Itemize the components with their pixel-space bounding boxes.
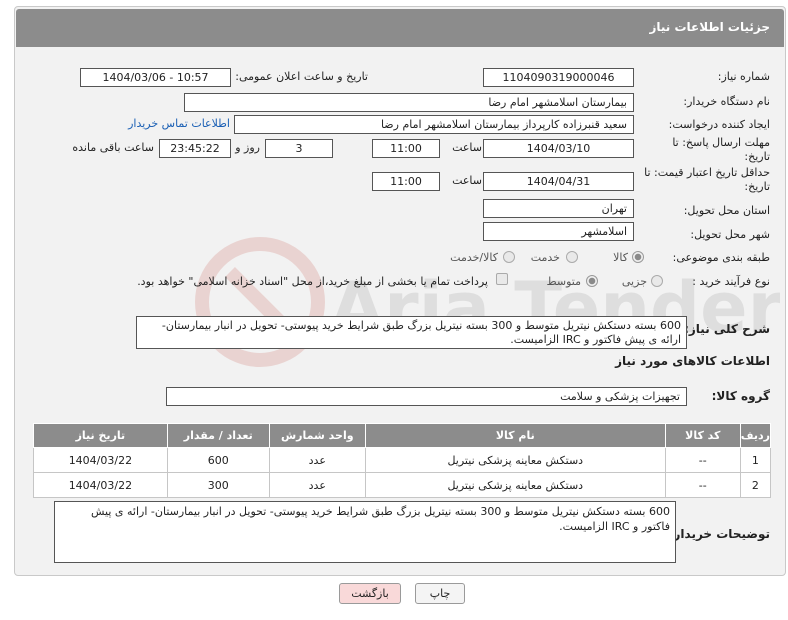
province-field[interactable]: تهران <box>483 199 634 218</box>
announce-datetime-field[interactable]: 1404/03/06 - 10:57 <box>80 68 231 87</box>
cell-code: -- <box>664 472 741 498</box>
cell-unit: عدد <box>268 447 366 473</box>
col-code-header: کد کالا <box>664 423 741 448</box>
cell-date: 1404/03/22 <box>33 472 168 498</box>
need-number-field[interactable]: 1104090319000046 <box>483 68 634 87</box>
category-goods-radio[interactable] <box>632 251 644 263</box>
process-minor-label: جزیی <box>621 275 647 288</box>
category-both-radio[interactable] <box>503 251 515 263</box>
col-name-header: نام کالا <box>364 423 666 448</box>
description-label: شرح کلی نیاز: <box>684 322 770 336</box>
cell-unit: عدد <box>268 472 366 498</box>
category-both-label: کالا/خدمت <box>450 251 498 264</box>
buyer-org-field[interactable]: بیمارستان اسلامشهر امام رضا <box>184 93 634 112</box>
category-service-radio[interactable] <box>566 251 578 263</box>
process-medium-label: متوسط <box>546 275 581 288</box>
requester-field[interactable]: سعید قنبرزاده کارپرداز بیمارستان اسلامشه… <box>234 115 634 134</box>
province-label: استان محل تحویل: <box>683 204 770 217</box>
cell-row: 1 <box>739 447 772 473</box>
buyer-notes-field[interactable]: 600 بسته دستکش نیتریل متوسط و 300 بسته ن… <box>54 501 676 563</box>
city-label: شهر محل تحویل: <box>690 228 770 241</box>
panel-title: جزئیات اطلاعات نیاز <box>649 20 770 34</box>
cell-name: دستکش معاینه پزشکی نیتریل <box>364 447 666 473</box>
goods-group-field[interactable]: تجهیزات پزشکی و سلامت <box>166 387 687 406</box>
process-minor-radio[interactable] <box>651 275 663 287</box>
remaining-time-label: ساعت باقی مانده <box>72 141 154 154</box>
goods-group-label: گروه کالا: <box>711 389 770 403</box>
cell-date: 1404/03/22 <box>33 447 168 473</box>
process-label: نوع فرآیند خرید : <box>692 275 770 288</box>
need-number-label: شماره نیاز: <box>717 70 770 83</box>
category-goods-label: کالا <box>613 251 628 264</box>
cell-row: 2 <box>739 472 772 498</box>
city-field[interactable]: اسلامشهر <box>483 222 634 241</box>
treasury-payment-checkbox[interactable] <box>496 273 508 285</box>
col-unit-header: واحد شمارش <box>268 423 366 448</box>
buyer-contact-link[interactable]: اطلاعات تماس خریدار <box>128 117 230 130</box>
col-qty-header: تعداد / مقدار <box>166 423 270 448</box>
days-label: روز و <box>235 141 260 154</box>
price-validity-time-label: ساعت <box>452 174 482 187</box>
cell-qty: 600 <box>166 447 270 473</box>
cell-qty: 300 <box>166 472 270 498</box>
print-button[interactable]: چاپ <box>415 583 465 604</box>
col-date-header: تاریخ نیاز <box>33 423 168 448</box>
process-medium-radio[interactable] <box>586 275 598 287</box>
reply-deadline-date[interactable]: 1404/03/10 <box>483 139 634 158</box>
table-header-row: ردیف کد کالا نام کالا واحد شمارش تعداد /… <box>33 423 772 448</box>
reply-deadline-days[interactable]: 3 <box>265 139 333 158</box>
description-field[interactable]: 600 بسته دستکش نیتریل متوسط و 300 بسته ن… <box>136 316 687 349</box>
reply-deadline-time[interactable]: 11:00 <box>372 139 440 158</box>
treasury-payment-note: پرداخت تمام یا بخشی از مبلغ خرید،از محل … <box>137 275 488 288</box>
category-service-label: خدمت <box>530 251 560 264</box>
table-row[interactable]: 2 -- دستکش معاینه پزشکی نیتریل عدد 300 1… <box>33 472 772 498</box>
requester-label: ایجاد کننده درخواست: <box>668 118 770 131</box>
reply-deadline-label: مهلت ارسال پاسخ: تا تاریخ: <box>672 136 770 163</box>
reply-deadline-time-label: ساعت <box>452 141 482 154</box>
price-validity-time[interactable]: 11:00 <box>372 172 440 191</box>
items-table: ردیف کد کالا نام کالا واحد شمارش تعداد /… <box>33 423 772 498</box>
buyer-org-label: نام دستگاه خریدار: <box>683 95 770 108</box>
goods-section-title: اطلاعات کالاهای مورد نیاز <box>615 354 770 368</box>
col-row-header: ردیف <box>739 423 772 448</box>
price-validity-label: حداقل تاریخ اعتبار قیمت: تا تاریخ: <box>644 166 770 193</box>
remaining-time-field[interactable]: 23:45:22 <box>159 139 231 158</box>
table-row[interactable]: 1 -- دستکش معاینه پزشکی نیتریل عدد 600 1… <box>33 447 772 473</box>
panel-header: جزئیات اطلاعات نیاز <box>16 9 784 47</box>
cell-code: -- <box>664 447 741 473</box>
category-label: طبقه بندی موضوعی: <box>672 251 770 264</box>
cell-name: دستکش معاینه پزشکی نیتریل <box>364 472 666 498</box>
price-validity-date[interactable]: 1404/04/31 <box>483 172 634 191</box>
buyer-notes-label: توضیحات خریدار: <box>668 527 770 541</box>
back-button[interactable]: بازگشت <box>339 583 401 604</box>
announce-datetime-label: تاریخ و ساعت اعلان عمومی: <box>235 70 368 83</box>
